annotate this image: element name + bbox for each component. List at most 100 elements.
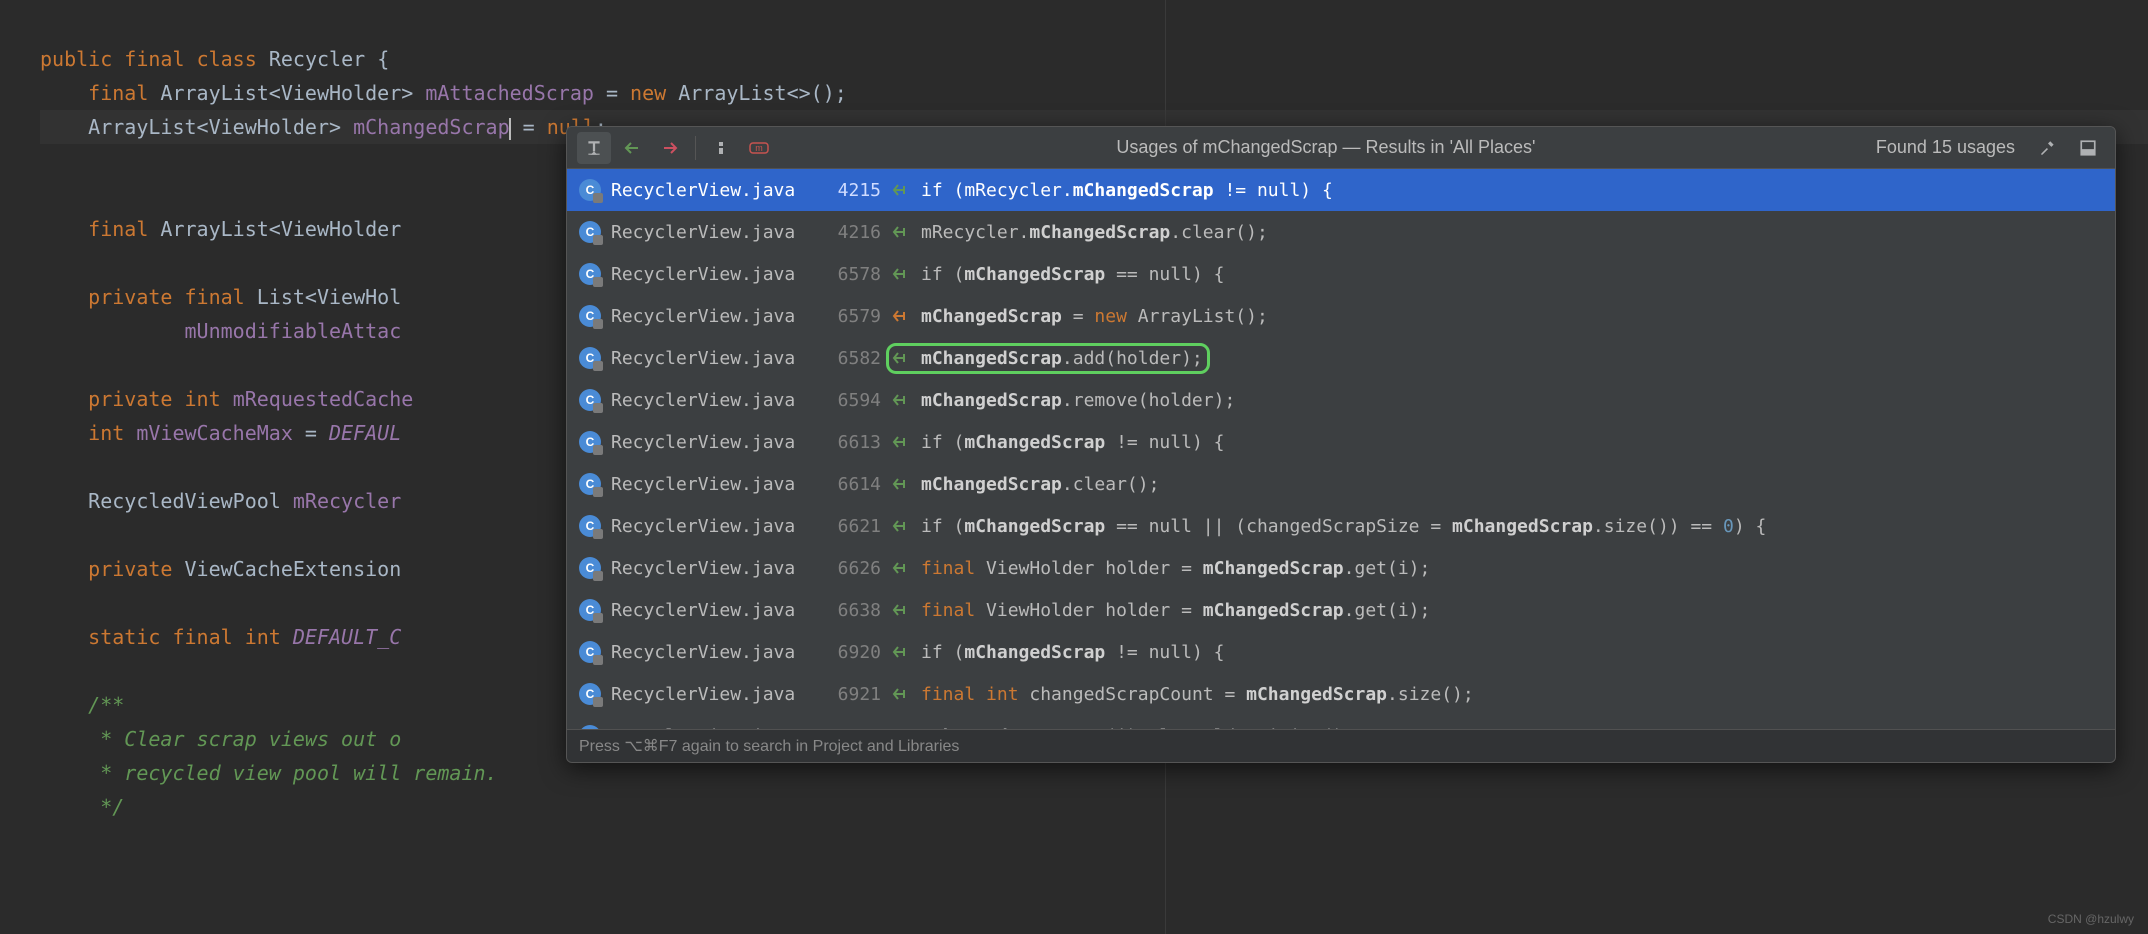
file-name: RecyclerView.java xyxy=(611,558,811,579)
next-occurrence-button[interactable] xyxy=(653,132,687,164)
pin-button[interactable] xyxy=(577,132,611,164)
file-name: RecyclerView.java xyxy=(611,264,811,285)
line-number: 6579 xyxy=(821,306,881,327)
watermark: CSDN @hzulwy xyxy=(2048,912,2134,926)
read-access-icon xyxy=(891,351,911,365)
code-line: int mViewCacheMax = DEFAUL xyxy=(40,421,401,445)
file-name: RecyclerView.java xyxy=(611,516,811,537)
usage-row[interactable]: C RecyclerView.java 6638 final ViewHolder h… xyxy=(567,589,2115,631)
code-line: static final int DEFAULT_C xyxy=(40,625,401,649)
usage-code-snippet: if (mChangedScrap != null) { xyxy=(921,642,1224,663)
java-class-icon: C xyxy=(579,599,601,621)
popup-found-count: Found 15 usages xyxy=(1876,137,2015,158)
file-name: RecyclerView.java xyxy=(611,684,811,705)
usage-row[interactable]: CRecyclerView.java6621if (mChangedScrap … xyxy=(567,505,2115,547)
java-class-icon: C xyxy=(579,683,601,705)
line-number: 6923 xyxy=(821,726,881,730)
code-line xyxy=(40,183,52,207)
write-access-icon xyxy=(891,309,911,323)
line-number: 6626 xyxy=(821,558,881,579)
java-class-icon: C xyxy=(579,179,601,201)
line-number: 6582 xyxy=(821,348,881,369)
read-access-icon xyxy=(891,393,911,407)
usage-code-snippet: mChangedScrap.remove(holder); xyxy=(921,390,1235,411)
settings-icon[interactable] xyxy=(2031,132,2065,164)
file-name: RecyclerView.java xyxy=(611,222,811,243)
prev-occurrence-button[interactable] xyxy=(615,132,649,164)
read-access-icon xyxy=(891,225,911,239)
java-class-icon: C xyxy=(579,641,601,663)
code-line xyxy=(40,353,52,377)
usage-code-snippet: mRecycler.mChangedScrap.clear(); xyxy=(921,222,1268,243)
line-number: 6594 xyxy=(821,390,881,411)
code-line: */ xyxy=(40,795,124,819)
usage-row[interactable]: C RecyclerView.java 4216 mRecycler.mChanged… xyxy=(567,211,2115,253)
read-access-icon xyxy=(891,519,911,533)
read-access-icon xyxy=(891,435,911,449)
usage-row[interactable]: CRecyclerView.java6582mChangedScrap.add(… xyxy=(567,337,2115,379)
usage-row[interactable]: CRecyclerView.java6626final ViewHolder h… xyxy=(567,547,2115,589)
java-class-icon: C xyxy=(579,305,601,327)
file-name: RecyclerView.java xyxy=(611,432,811,453)
read-access-icon xyxy=(891,183,911,197)
line-number: 4216 xyxy=(821,222,881,243)
code-line: RecycledViewPool mRecycler xyxy=(40,489,401,513)
find-usages-popup: m Usages of mChangedScrap — Results in '… xyxy=(566,126,2116,763)
code-line: private final List<ViewHol xyxy=(40,285,401,309)
read-access-icon xyxy=(891,561,911,575)
usage-code-snippet: final ViewHolder holder = mChangedScrap.… xyxy=(921,558,1430,579)
code-line: final ArrayList<ViewHolder xyxy=(40,217,401,241)
usage-row[interactable]: CRecyclerView.java6921final int changedS… xyxy=(567,673,2115,715)
usage-code-snippet: mChangedScrap.clear(); xyxy=(921,474,1159,495)
popup-title: Usages of mChangedScrap — Results in 'Al… xyxy=(780,137,1872,158)
popup-footer-hint: Press ⌥⌘F7 again to search in Project an… xyxy=(567,729,2115,762)
java-class-icon: C xyxy=(579,347,601,369)
code-line: * recycled view pool will remain. xyxy=(40,761,498,785)
svg-text:m: m xyxy=(755,143,763,153)
file-name: RecyclerView.java xyxy=(611,642,811,663)
code-line: private int mRequestedCache xyxy=(40,387,413,411)
read-access-icon xyxy=(891,267,911,281)
usage-code-snippet: final ViewHolder holder = mChangedScrap.… xyxy=(921,600,1430,621)
usage-row[interactable]: C RecyclerView.java 6920 if (mChangedScrap … xyxy=(567,631,2115,673)
code-line xyxy=(40,455,52,479)
info-button[interactable] xyxy=(704,132,738,164)
code-line: /** xyxy=(40,693,124,717)
usage-row[interactable]: CRecyclerView.java6578if (mChangedScrap … xyxy=(567,253,2115,295)
usage-row[interactable]: CRecyclerView.java6614mChangedScrap.clea… xyxy=(567,463,2115,505)
usage-row[interactable]: C RecyclerView.java 6594 mChangedScrap.remo… xyxy=(567,379,2115,421)
usage-code-snippet: if (mChangedScrap == null) { xyxy=(921,264,1224,285)
usage-row[interactable]: CRecyclerView.java6579mChangedScrap = ne… xyxy=(567,295,2115,337)
popup-toolbar: m Usages of mChangedScrap — Results in '… xyxy=(567,127,2115,169)
line-number: 6621 xyxy=(821,516,881,537)
java-class-icon: C xyxy=(579,389,601,411)
code-line: private ViewCacheExtension xyxy=(40,557,401,581)
usages-list[interactable]: C RecyclerView.java 4215 if (mRecycler.mCha… xyxy=(567,169,2115,729)
line-number: 6613 xyxy=(821,432,881,453)
line-number: 4215 xyxy=(821,180,881,201)
usage-code-snippet: if (mChangedScrap == null || (changedScr… xyxy=(921,516,1766,537)
line-number: 6578 xyxy=(821,264,881,285)
java-class-icon: C xyxy=(579,473,601,495)
filter-button[interactable]: m xyxy=(742,132,776,164)
usage-row[interactable]: C RecyclerView.java 4215 if (mRecycler.mCha… xyxy=(567,169,2115,211)
usage-code-snippet: if (mRecycler.mChangedScrap != null) { xyxy=(921,180,1333,201)
java-class-icon: C xyxy=(579,431,601,453)
code-line xyxy=(40,523,52,547)
file-name: RecyclerView.java xyxy=(611,600,811,621)
open-in-tool-window-icon[interactable] xyxy=(2071,132,2105,164)
usage-code-snippet: mChangedScrap = new ArrayList(); xyxy=(921,306,1268,327)
file-name: RecyclerView.java xyxy=(611,180,811,201)
line-number: 6920 xyxy=(821,642,881,663)
java-class-icon: C xyxy=(579,221,601,243)
code-line xyxy=(40,659,52,683)
line-number: 6638 xyxy=(821,600,881,621)
code-line: public final class Recycler { xyxy=(40,47,389,71)
usage-row[interactable]: CRecyclerView.java6923mChangedScrap.get(… xyxy=(567,715,2115,729)
code-line xyxy=(40,251,52,275)
toolbar-separator xyxy=(695,136,696,160)
read-access-icon xyxy=(891,477,911,491)
usage-code-snippet: if (mChangedScrap != null) { xyxy=(921,432,1224,453)
usage-row[interactable]: C RecyclerView.java 6613 if (mChangedScrap … xyxy=(567,421,2115,463)
file-name: RecyclerView.java xyxy=(611,390,811,411)
